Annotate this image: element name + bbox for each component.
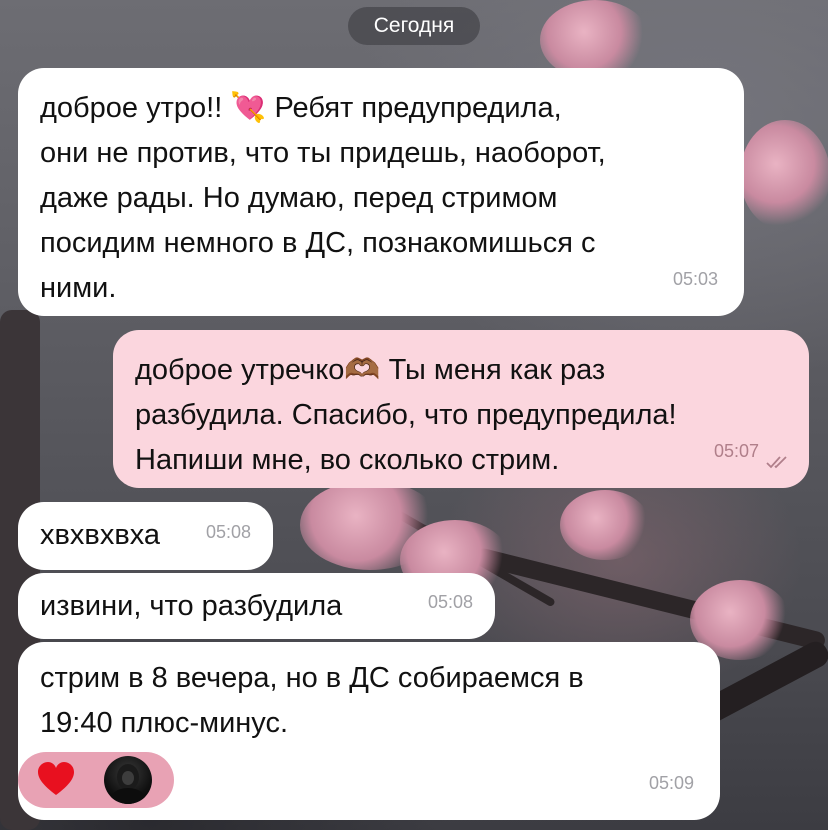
message-bubble-incoming[interactable]: хвхвхвха 05:08 [18, 502, 273, 570]
message-bubble-incoming[interactable]: доброе утро!! 💘 Ребят предупредила, они … [18, 68, 744, 316]
message-text: стрим в 8 вечера, но в ДС собираемся в 1… [40, 662, 584, 739]
read-checkmarks-icon [766, 456, 787, 469]
date-divider: Сегодня [348, 7, 480, 45]
message-time: 05:03 [672, 269, 718, 289]
message-text: доброе утречко🫶🏾 Ты меня как раз разбуди… [135, 354, 677, 476]
message-text: извини, что разбудила [40, 590, 343, 622]
message-time: 05:08 [205, 522, 251, 542]
heart-icon [38, 762, 74, 795]
message-text: хвхвхвха [40, 519, 161, 551]
reaction-chip[interactable] [18, 752, 174, 808]
message-time: 05:09 [648, 773, 694, 793]
wallpaper-blossom [740, 120, 828, 230]
message-bubble-outgoing[interactable]: доброе утречко🫶🏾 Ты меня как раз разбуди… [113, 330, 809, 488]
message-text: доброе утро!! 💘 Ребят предупредила, они … [40, 92, 606, 304]
message-bubble-incoming[interactable]: извини, что разбудила 05:08 [18, 573, 495, 639]
message-time: 05:07 [713, 441, 759, 461]
message-time: 05:08 [427, 592, 473, 612]
wallpaper-blossom [560, 490, 650, 560]
reactor-avatar [104, 756, 152, 804]
